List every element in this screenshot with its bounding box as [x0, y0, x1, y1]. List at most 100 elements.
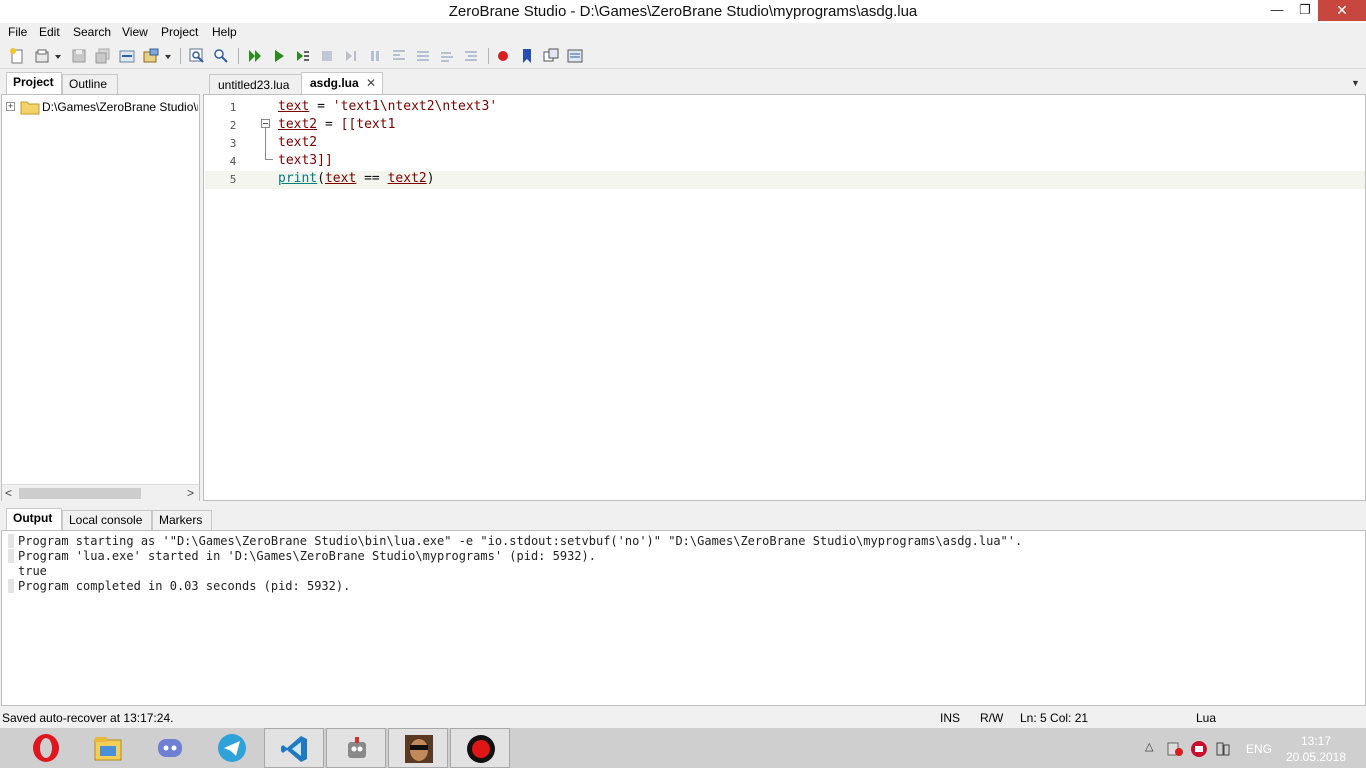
step-into-icon[interactable]: [390, 47, 408, 65]
status-message: Saved auto-recover at 13:17:24.: [2, 711, 174, 725]
code-token: text2: [278, 117, 318, 132]
toggle-breakpoint-icon[interactable]: [494, 47, 512, 65]
telegram-icon: [218, 734, 246, 762]
scroll-left-icon[interactable]: <: [5, 486, 12, 500]
pause-icon[interactable]: [366, 47, 384, 65]
code-line: text2: [278, 135, 317, 150]
tools-icon[interactable]: [142, 47, 160, 65]
taskbar-recorder[interactable]: [450, 728, 510, 768]
fold-line: [265, 128, 266, 160]
tray-overflow-icon[interactable]: △: [1145, 740, 1153, 753]
line-number: 3: [229, 137, 237, 150]
find-in-files-icon[interactable]: [212, 47, 230, 65]
find-icon[interactable]: [188, 47, 206, 65]
tab-asdg[interactable]: asdg.lua ✕: [301, 72, 383, 94]
maximize-button[interactable]: ❐: [1290, 0, 1320, 21]
code-token: text: [324, 171, 357, 186]
scrollbar-thumb[interactable]: [19, 488, 141, 499]
save-icon[interactable]: [70, 47, 88, 65]
menu-help[interactable]: Help: [212, 25, 237, 39]
editor-tabs: untitled23.lua asdg.lua ✕ ▼: [203, 72, 1366, 94]
stop-icon[interactable]: [318, 47, 336, 65]
toolbar-separator: [180, 48, 181, 64]
line-number: 2: [229, 119, 237, 132]
power-icon[interactable]: [1214, 740, 1232, 758]
taskbar-telegram[interactable]: [202, 728, 262, 768]
code-token: text3]]: [278, 153, 333, 168]
status-insert-mode: INS: [940, 711, 961, 725]
line-number: 5: [229, 173, 237, 186]
code-token: =: [309, 99, 333, 114]
code-line: text2 = [[text1: [278, 117, 395, 132]
open-file-icon[interactable]: [34, 47, 52, 65]
menu-project[interactable]: Project: [161, 25, 198, 39]
menu-search[interactable]: Search: [73, 25, 111, 39]
step-out-icon[interactable]: [438, 47, 456, 65]
break-icon[interactable]: [342, 47, 360, 65]
run-icon[interactable]: [246, 47, 264, 65]
minimize-button[interactable]: —: [1262, 0, 1292, 21]
code-line: text = 'text1\ntext2\ntext3': [278, 99, 497, 114]
trace-icon[interactable]: [462, 47, 480, 65]
step-over-icon[interactable]: [414, 47, 432, 65]
opera-icon: [33, 734, 59, 762]
stack-window-icon[interactable]: [566, 47, 584, 65]
toolbar-separator: [488, 48, 489, 64]
tab-list-dropdown-icon[interactable]: ▼: [1351, 78, 1360, 88]
output-console[interactable]: Program starting as '"D:\Games\ZeroBrane…: [1, 530, 1366, 706]
status-read-write: R/W: [980, 711, 1004, 725]
tab-project[interactable]: Project: [6, 72, 62, 94]
taskbar-zerobrane[interactable]: [326, 728, 386, 768]
tools-dropdown-icon[interactable]: [164, 53, 172, 61]
code-token: text2: [278, 135, 318, 150]
tree-expander-icon[interactable]: +: [6, 102, 15, 111]
discord-icon: [158, 739, 182, 757]
menu-view[interactable]: View: [122, 25, 148, 39]
open-dropdown-icon[interactable]: [54, 53, 62, 61]
code-token: =: [317, 117, 341, 132]
tree-item-root[interactable]: + D:\Games\ZeroBrane Studio\myprograms: [6, 99, 198, 115]
game-icon: [405, 735, 433, 763]
network-error-icon[interactable]: [1166, 740, 1184, 758]
menu-bar: File Edit Search View Project Help: [0, 23, 1366, 43]
tab-local-console[interactable]: Local console: [62, 510, 152, 530]
output-line: Program 'lua.exe' started in 'D:\Games\Z…: [18, 549, 596, 563]
taskbar-file-explorer[interactable]: [78, 728, 138, 768]
output-line-marker: [8, 579, 14, 593]
fold-marker-icon[interactable]: [261, 119, 270, 128]
taskbar-discord[interactable]: [140, 728, 200, 768]
new-file-icon[interactable]: [8, 47, 26, 65]
watch-icon[interactable]: [542, 47, 560, 65]
save-all-icon[interactable]: [94, 47, 112, 65]
code-token: text: [278, 99, 310, 114]
input-language[interactable]: ENG: [1246, 742, 1272, 756]
tab-outline[interactable]: Outline: [62, 74, 118, 94]
tab-untitled23[interactable]: untitled23.lua: [209, 74, 305, 94]
project-directory-icon[interactable]: [118, 47, 136, 65]
line-number: 4: [229, 155, 237, 168]
bookmark-icon[interactable]: [518, 47, 536, 65]
taskbar-opera[interactable]: [16, 728, 76, 768]
antivirus-icon[interactable]: [1190, 740, 1208, 758]
close-window-button[interactable]: ✕: [1318, 0, 1366, 21]
clock-time[interactable]: 13:17: [1296, 734, 1336, 748]
taskbar-game[interactable]: [388, 728, 448, 768]
fold-end: [265, 159, 273, 160]
status-language: Lua: [1196, 711, 1217, 725]
tab-output[interactable]: Output: [6, 508, 62, 530]
horizontal-scrollbar[interactable]: < >: [2, 484, 199, 501]
tab-markers[interactable]: Markers: [152, 510, 212, 530]
menu-edit[interactable]: Edit: [39, 25, 60, 39]
status-bar: Saved auto-recover at 13:17:24. INS R/W …: [0, 708, 1366, 728]
close-tab-icon[interactable]: ✕: [366, 76, 376, 90]
code-token: text2: [387, 171, 427, 186]
scroll-right-icon[interactable]: >: [187, 486, 194, 500]
run-to-cursor-icon[interactable]: [294, 47, 312, 65]
code-editor[interactable]: 1 text = 'text1\ntext2\ntext3' 2 text2 = [[…: [203, 94, 1366, 501]
start-debug-icon[interactable]: [270, 47, 288, 65]
zerobrane-icon: [348, 737, 366, 758]
clock-date[interactable]: 20.05.2018: [1278, 750, 1354, 764]
taskbar-vscode[interactable]: [264, 728, 324, 768]
output-line-marker: [8, 534, 14, 548]
menu-file[interactable]: File: [8, 25, 27, 39]
